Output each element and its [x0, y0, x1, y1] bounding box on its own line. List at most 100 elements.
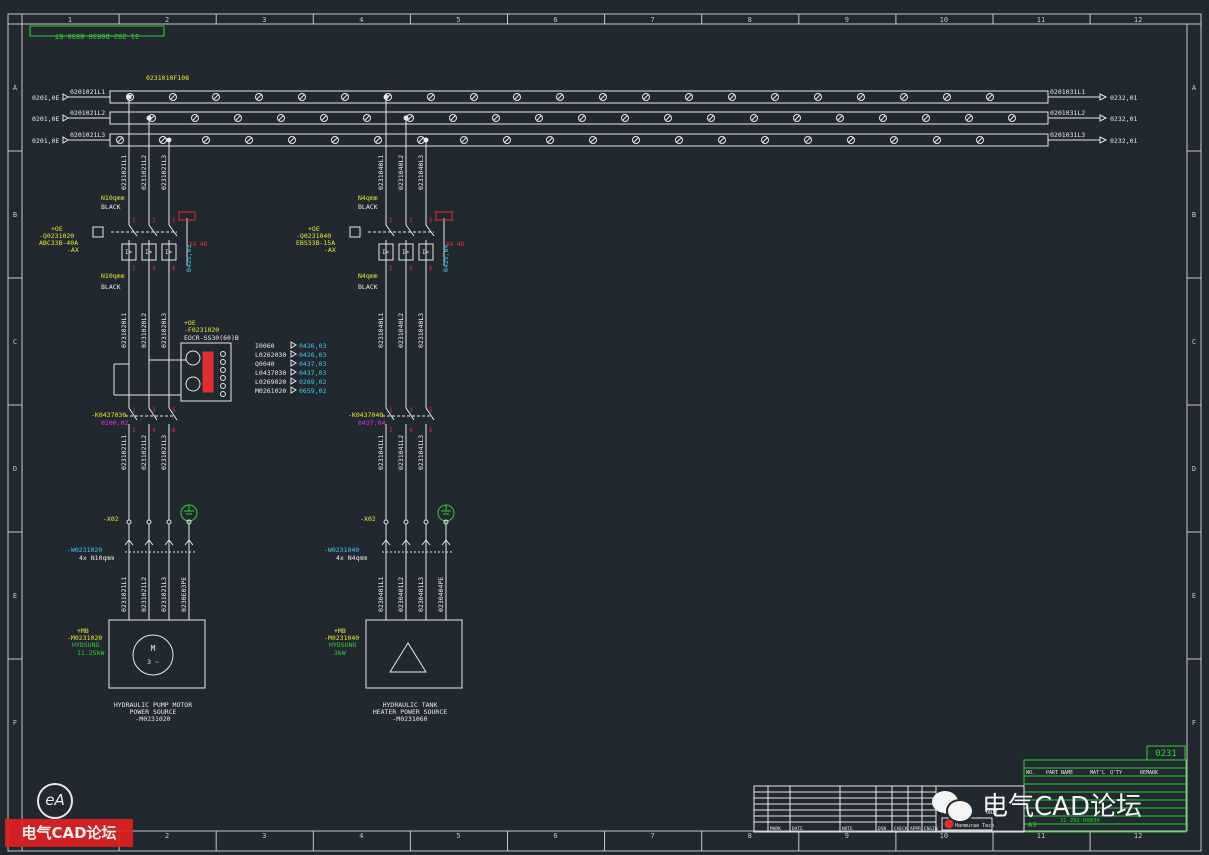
relay-tag: -F0231020: [184, 326, 219, 334]
busbar-right-ref: 0232,01: [1110, 115, 1137, 123]
busbar-screw-slot: [622, 115, 628, 121]
tap-dot: [383, 94, 389, 100]
relay-display: [202, 351, 214, 393]
ruler-bottom-label: 8: [748, 832, 752, 840]
revision-header: MARK: [770, 826, 781, 832]
ruler-bottom-label: 9: [845, 832, 849, 840]
ruler-bottom-label: 5: [456, 832, 460, 840]
breaker-contact: [425, 224, 435, 237]
ruler-top-label: 2: [165, 16, 169, 24]
motor-power: 3kW: [334, 649, 346, 657]
circuit-caption: -M0231060: [392, 715, 427, 723]
wire-label: 0231021L3: [160, 435, 168, 470]
cable-spec: 4x N4qmm: [336, 554, 367, 562]
arrow-right-icon: [290, 359, 297, 367]
ruler-top-label: 3: [262, 16, 266, 24]
parts-header: MAT'L: [1090, 770, 1105, 776]
sheet-number: 0231: [1155, 749, 1177, 759]
wire-label: 0231040L3: [417, 155, 425, 190]
wire-label: 0231040L1: [377, 155, 385, 190]
ruler-side-label: D: [1192, 465, 1196, 473]
terminal-number: 4: [152, 265, 156, 272]
ruler-top-label: 5: [456, 16, 460, 24]
busbar-screw-slot: [117, 137, 123, 143]
ruler-side-label: E: [1192, 592, 1196, 600]
tap-dot: [126, 94, 132, 100]
wire-label: 0231020L2: [140, 313, 148, 348]
forum-name: 电气CAD论坛: [982, 791, 1142, 822]
relay-contact-code: I0060: [255, 342, 275, 350]
aux-note: X4 48: [189, 241, 207, 248]
wire-label: 0231021L3: [160, 577, 168, 612]
motor-symbol-m: M: [151, 644, 156, 653]
ruler-bottom-label: 11: [1037, 832, 1045, 840]
ruler-top-label: 4: [359, 16, 363, 24]
corner-logo-text: 电气CAD论坛: [5, 819, 133, 847]
terminal-number: 1: [132, 217, 136, 224]
busbar-right-ref: 0232,01: [1110, 94, 1137, 102]
busbar-screw-slot: [235, 115, 241, 121]
arrow-right-icon: [1099, 114, 1108, 122]
busbar-screw-slot: [256, 94, 262, 100]
wire-label: 0231021L1: [120, 155, 128, 190]
inner-frame: [21, 23, 1188, 832]
busbar-left-ref: 0201,0E: [32, 137, 59, 145]
busbar-screw-slot: [923, 115, 929, 121]
busbar-screw-slot: [1009, 115, 1015, 121]
revision-header: DATE: [792, 826, 803, 832]
terminal-number: 5: [172, 217, 176, 224]
busbar-screw-slot: [342, 94, 348, 100]
wire-label: 0231041L2: [397, 435, 405, 470]
aux-note: X4 48: [446, 241, 464, 248]
ruler-side-label: B: [1192, 211, 1196, 219]
wire-label: 0231021L1: [120, 435, 128, 470]
busbar-right-label: 0201031L3: [1050, 131, 1085, 139]
busbar-screw-slot: [321, 115, 327, 121]
breaker-trip-symbol: I>: [145, 249, 153, 256]
ruler-top-label: 10: [940, 16, 948, 24]
relay-contact-ref: 0437,03: [299, 369, 326, 377]
busbar-screw-slot: [837, 115, 843, 121]
terminal-icon: [126, 519, 132, 525]
arrow-right-icon: [290, 386, 297, 394]
breaker-contact: [148, 224, 158, 237]
cable-color: BLACK: [101, 283, 121, 291]
relay-terminal-icon: [220, 383, 226, 389]
busbar-screw-slot: [600, 94, 606, 100]
busbar-screw-slot: [880, 115, 886, 121]
heater-delta-icon: [389, 642, 427, 673]
wire-label: 0231021L2: [140, 435, 148, 470]
ruler-top-label: 12: [1134, 16, 1142, 24]
busbar-screw-slot: [213, 94, 219, 100]
parts-header: PART NAME: [1046, 770, 1073, 776]
busbar-screw-slot: [966, 115, 972, 121]
wire-label: 0231040L2: [397, 155, 405, 190]
motor-power: 11.25kW: [77, 649, 104, 657]
busbar-screw-slot: [547, 137, 553, 143]
busbar-screw-slot: [428, 94, 434, 100]
busbar-left-ref: 0201,0E: [32, 94, 59, 102]
motor-icon: [132, 634, 174, 676]
terminal-number: 4: [409, 427, 413, 434]
ruler-side-label: D: [13, 465, 17, 473]
busbar-screw-slot: [536, 115, 542, 121]
wire-label: 0231041L3: [417, 435, 425, 470]
motor-make: HYDSUNG: [329, 641, 356, 649]
arrow-right-icon: [290, 368, 297, 376]
busbar-screw-slot: [708, 115, 714, 121]
busbar-screw-slot: [891, 137, 897, 143]
cable-size: N10qmm: [101, 194, 125, 202]
relay-contact-code: L0262030: [255, 351, 286, 359]
busbar-right-label: 0201031L1: [1050, 88, 1085, 96]
busbar-screw-slot: [977, 137, 983, 143]
ruler-top-label: 1: [68, 16, 72, 24]
relay-contact-ref: 0426,03: [299, 342, 326, 350]
busbar-screw-slot: [364, 115, 370, 121]
motor-box: [365, 619, 463, 689]
ruler-side-label: B: [13, 211, 17, 219]
parts-header: NO.: [1026, 770, 1035, 776]
ruler-side-label: C: [13, 338, 17, 346]
ruler-bottom-label: 6: [553, 832, 557, 840]
busbar-right-label: 0201031L2: [1050, 109, 1085, 117]
motor-symbol-phase: 3 ~: [147, 658, 159, 666]
